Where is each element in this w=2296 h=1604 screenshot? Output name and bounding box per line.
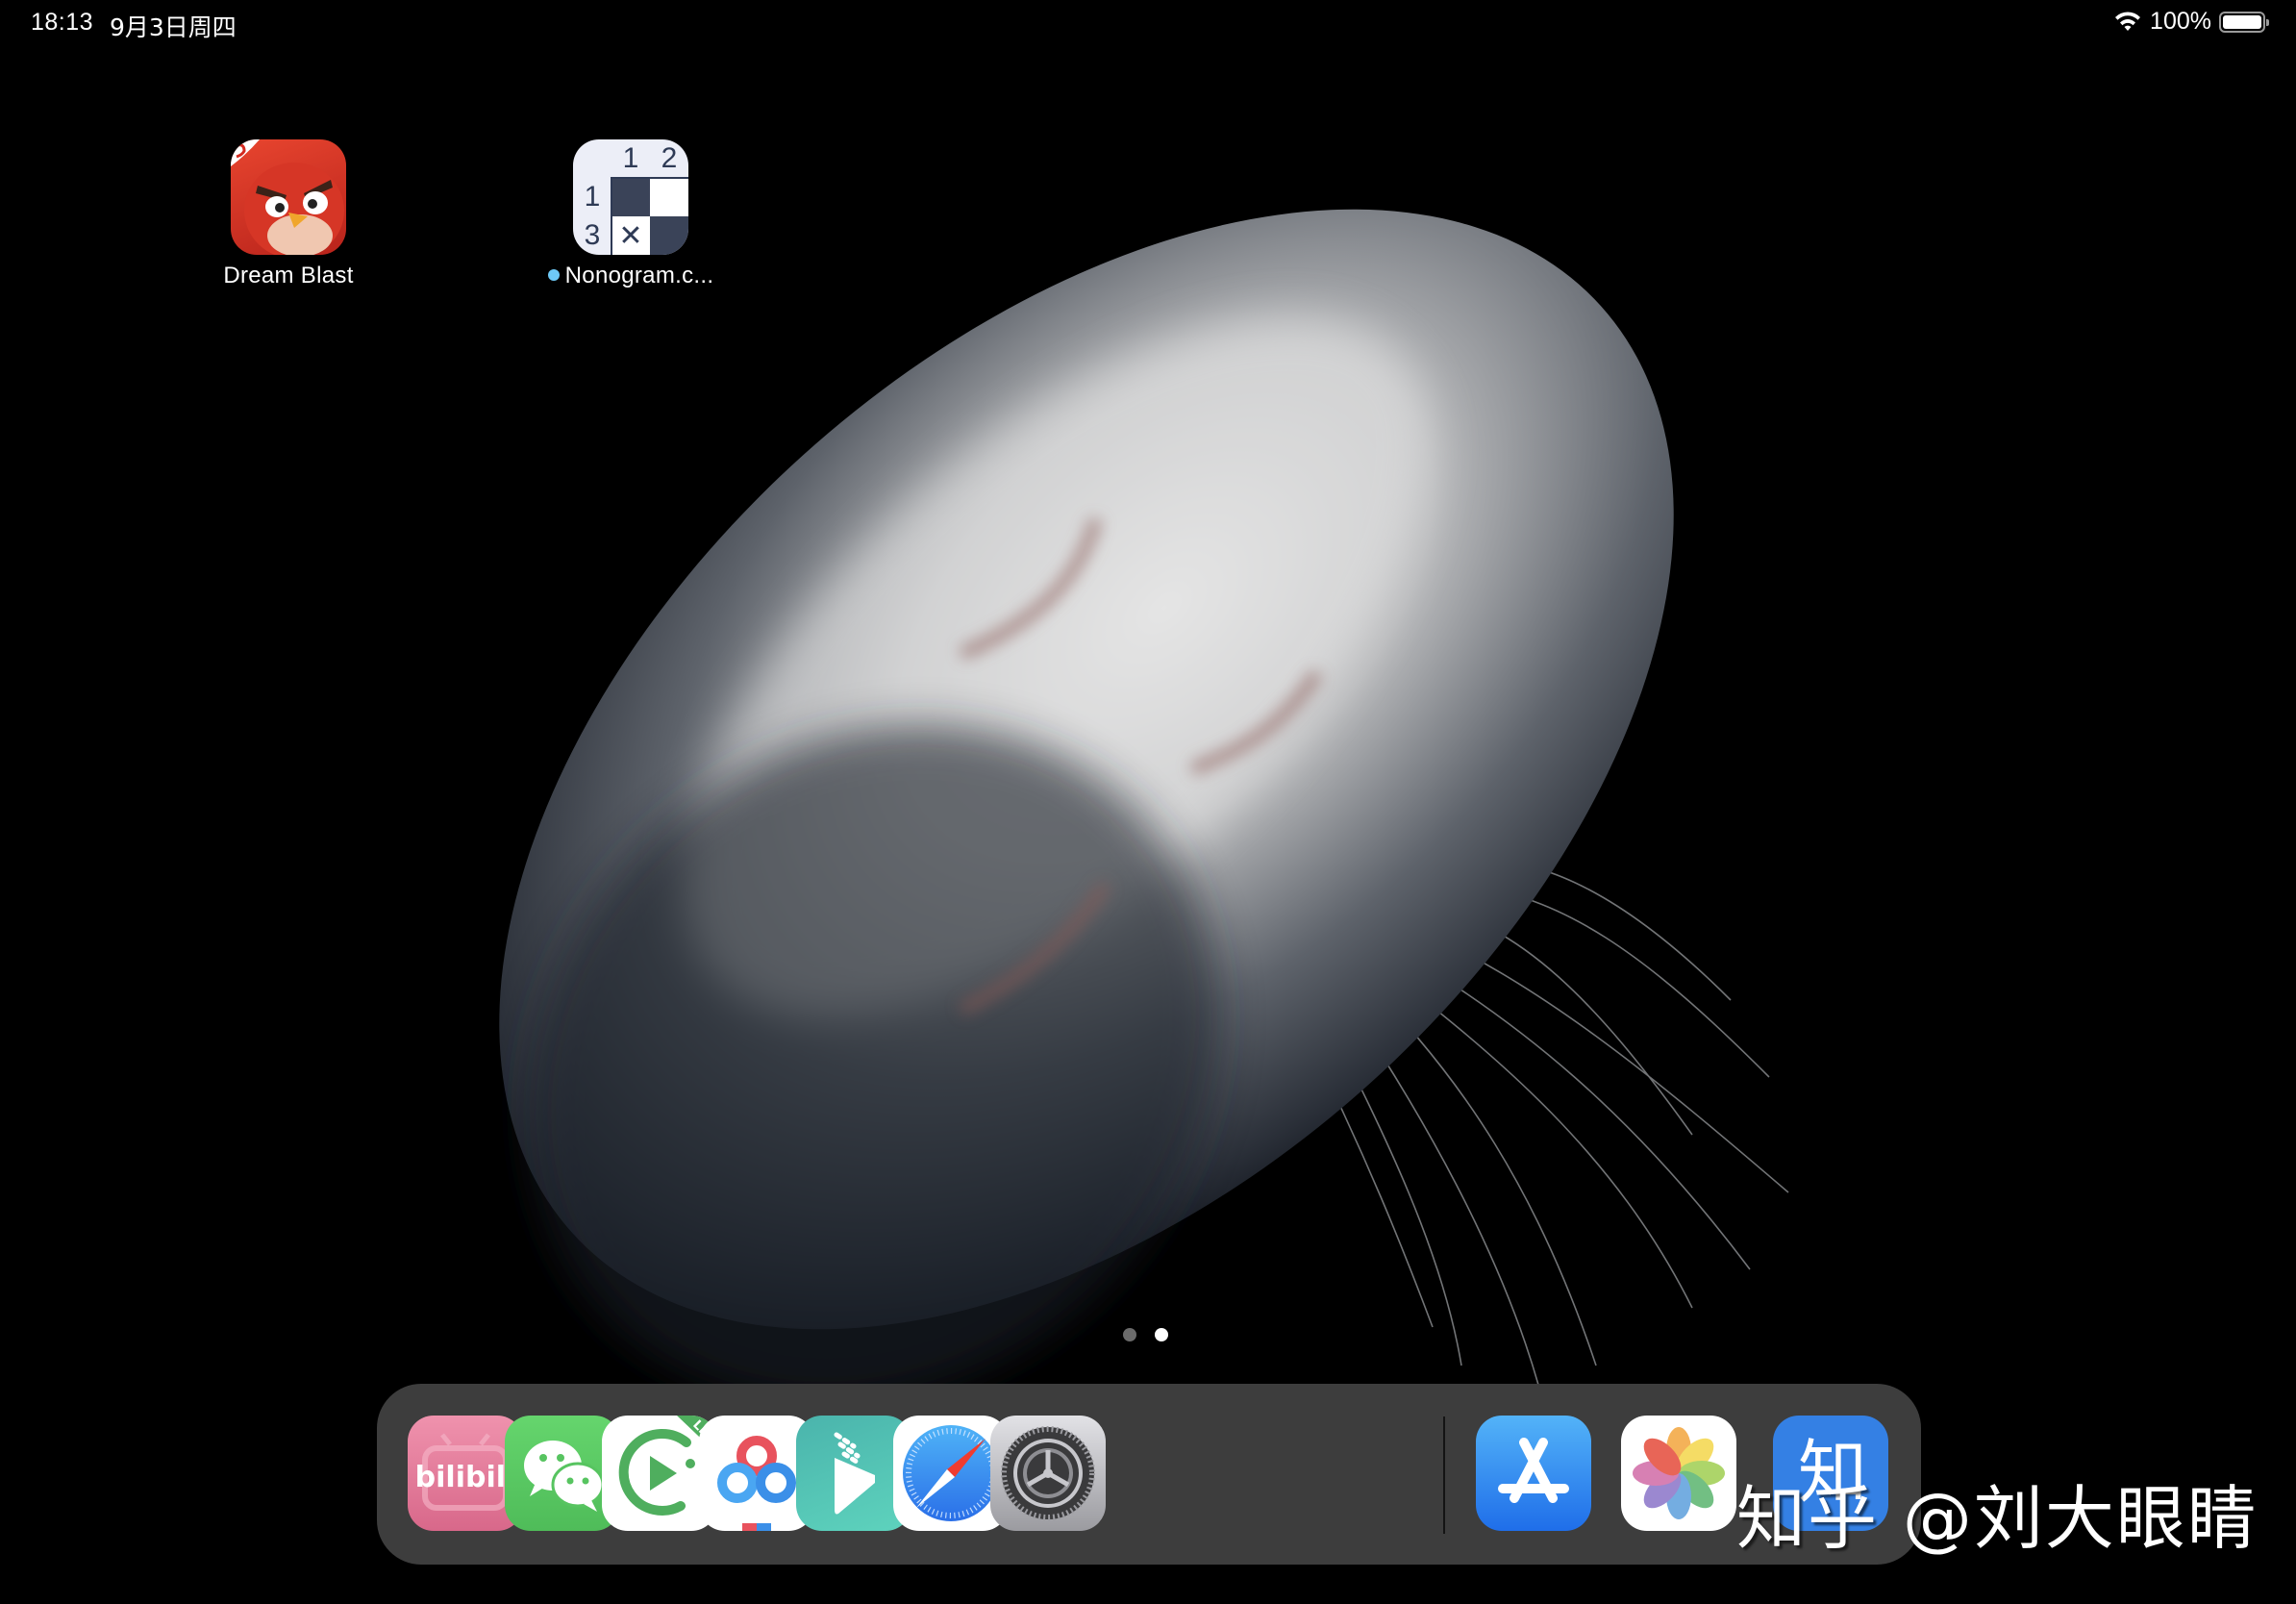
- watermark-text: 知乎 @刘大眼睛: [1736, 1478, 2259, 1559]
- filled-cell: [611, 177, 651, 217]
- page-indicator[interactable]: [1123, 1328, 1168, 1341]
- dock-app-settings[interactable]: [990, 1416, 1106, 1531]
- dock-app-app-store[interactable]: [1476, 1416, 1591, 1531]
- col-clue: 2: [661, 142, 678, 174]
- row-clue: 3: [584, 219, 601, 251]
- app-label: Dream Blast: [223, 263, 354, 288]
- status-right-group: 100%: [2113, 8, 2269, 36]
- status-time: 18:13: [31, 9, 94, 36]
- app-label: Nonogram.c...: [535, 263, 727, 289]
- filled-cell: [650, 216, 688, 255]
- col-clue: 1: [622, 142, 639, 174]
- angry-bird-icon: [231, 139, 346, 255]
- svg-text:bilibili: bilibili: [415, 1461, 516, 1494]
- dock-app-photos[interactable]: [1621, 1416, 1736, 1531]
- status-date: 9月3日周四: [110, 13, 237, 41]
- status-bar: 18:13 9月3日周四 100%: [0, 0, 2296, 44]
- battery-icon: [2219, 11, 2269, 33]
- dock-divider: [1443, 1416, 1445, 1534]
- wifi-icon: [2115, 11, 2141, 31]
- photos-flower-icon: [1633, 1427, 1725, 1519]
- new-app-indicator: [547, 268, 560, 281]
- page-dot-1[interactable]: [1123, 1328, 1136, 1341]
- dock: bilibili Lite: [377, 1384, 1921, 1565]
- row-clue: 1: [584, 181, 601, 213]
- app-store-icon: [1498, 1438, 1569, 1503]
- app-label-text: Nonogram.c...: [564, 263, 714, 288]
- cross-cell: ✕: [611, 216, 650, 255]
- page-dot-2-active[interactable]: [1155, 1328, 1168, 1341]
- app-nonogram[interactable]: 1 2 1 3 ✕ Nonogram.c...: [535, 139, 727, 289]
- battery-percent: 100%: [2150, 8, 2211, 35]
- app-dream-blast[interactable]: Dream Blast: [192, 139, 385, 289]
- nonogram-grid-icon: 1 2 1 3 ✕: [573, 139, 688, 255]
- gear-icon: [1001, 1426, 1095, 1520]
- empty-cell: [650, 178, 688, 216]
